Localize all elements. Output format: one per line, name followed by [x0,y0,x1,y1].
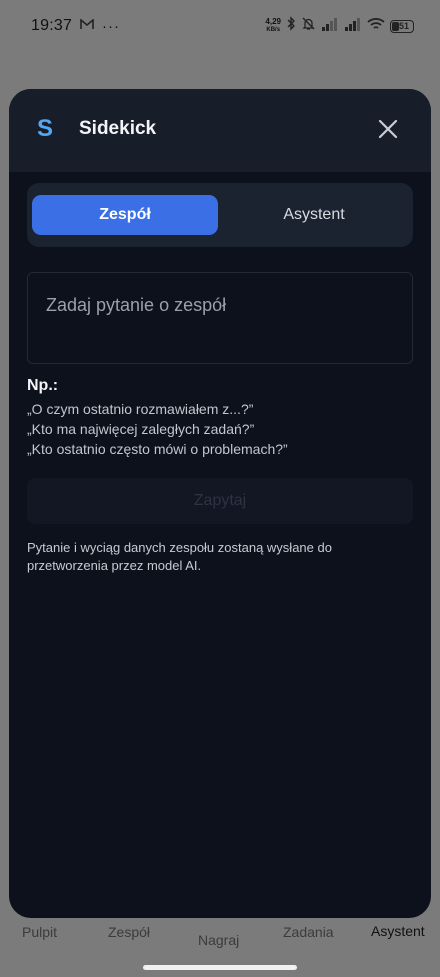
examples-block: Np.: „O czym ostatnio rozmawiałem z...?”… [27,377,288,459]
nav-item-zespol[interactable]: Zespół [108,924,150,940]
network-speed: 4,29 KB/s [265,18,281,34]
modal-header: S Sidekick [9,89,431,172]
more-notifications-icon: ··· [102,17,121,35]
tab-zespol[interactable]: Zespół [32,195,218,235]
home-indicator[interactable] [143,965,297,970]
signal-icon [321,17,339,36]
nav-item-asystent[interactable]: Asystent [371,923,425,939]
nav-item-nagraj[interactable]: Nagraj [198,932,239,948]
example-item: „Kto ostatnio często mówi o problemach?” [27,441,288,457]
examples-heading: Np.: [27,377,59,394]
close-icon[interactable] [377,118,399,140]
tab-asystent[interactable]: Asystent [220,195,408,235]
ai-disclaimer: Pytanie i wyciąg danych zespołu zostaną … [27,540,332,573]
silent-bell-icon [301,16,316,36]
signal-icon-2 [344,17,362,36]
modal-title: Sidekick [79,118,157,139]
network-speed-unit: KB/s [266,27,281,33]
sidekick-modal: S Sidekick Zespół Asystent Zadaj pytanie… [9,89,431,918]
ask-button[interactable]: Zapytaj [27,478,413,524]
wifi-icon [367,17,385,36]
status-bar: 19:37 ··· 4,29 KB/s 51 [0,0,440,52]
gmail-icon [80,17,94,35]
bluetooth-icon [286,16,296,36]
nav-item-pulpit[interactable]: Pulpit [22,924,57,940]
status-time: 19:37 [31,17,73,34]
nav-item-zadania[interactable]: Zadania [283,924,334,940]
example-item: „O czym ostatnio rozmawiałem z...?” [27,401,254,417]
example-item: „Kto ma najwięcej zaległych zadań?” [27,421,255,437]
network-speed-value: 4,29 [265,17,281,26]
tab-switcher: Zespół Asystent [27,183,413,247]
battery-icon: 51 [390,19,414,33]
sidekick-logo-icon: S [37,115,54,142]
question-input[interactable]: Zadaj pytanie o zespół [27,272,413,364]
battery-level: 51 [399,21,410,31]
